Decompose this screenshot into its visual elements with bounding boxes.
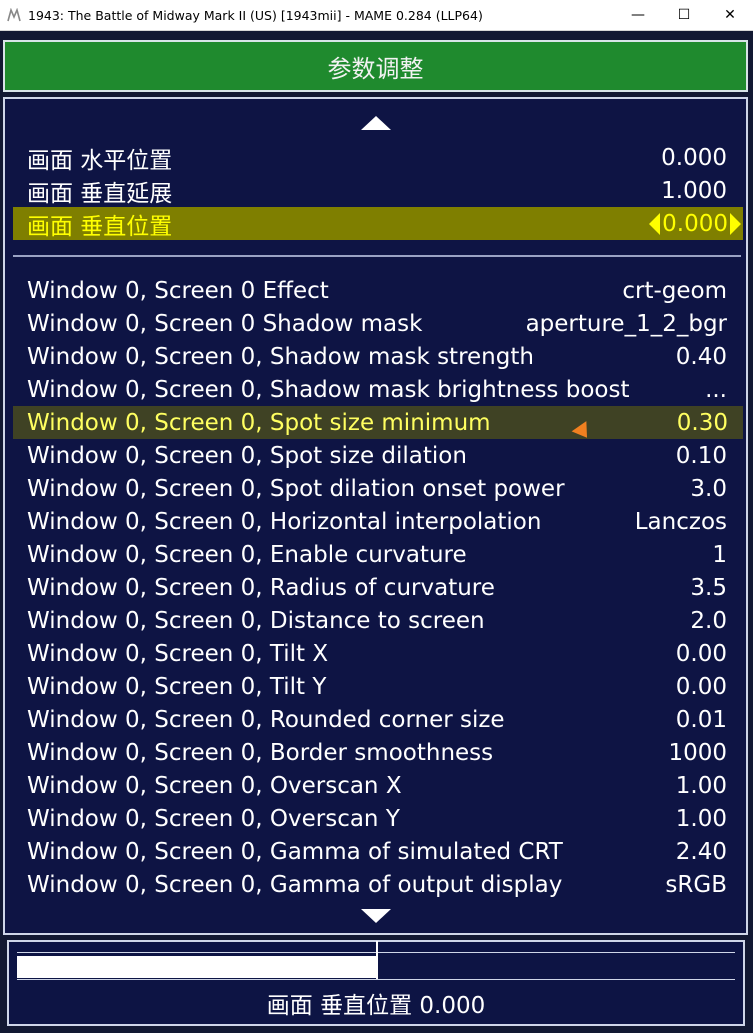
menu-item-value: 1.000 (661, 177, 727, 204)
menu-item-label: Window 0, Screen 0, Spot dilation onset … (27, 475, 565, 502)
menu-panel: 画面 水平位置 0.000 画面 垂直延展 1.000 画面 垂直位置 0.00… (3, 97, 748, 935)
menu-item[interactable]: Window 0, Screen 0, Overscan X 1.00 (27, 769, 727, 802)
maximize-button[interactable]: ☐ (661, 0, 707, 31)
menu-item[interactable]: Window 0, Screen 0, Horizontal interpola… (27, 505, 727, 538)
menu-item-label: Window 0, Screen 0, Tilt X (27, 640, 329, 667)
menu-item[interactable]: Window 0, Screen 0, Tilt Y 0.00 (27, 670, 727, 703)
menu-item[interactable]: Window 0, Screen 0, Gamma of simulated C… (27, 835, 727, 868)
menu-item[interactable]: 画面 水平位置 0.000 (27, 141, 727, 174)
menu-item-label: Window 0, Screen 0, Gamma of output disp… (27, 871, 563, 898)
minimize-button[interactable]: — (615, 0, 661, 31)
minimize-icon: — (631, 7, 645, 23)
menu-item-label: Window 0, Screen 0, Enable curvature (27, 541, 467, 568)
menu-item-label: Window 0, Screen 0, Rounded corner size (27, 706, 505, 733)
close-button[interactable]: ✕ (707, 0, 753, 31)
menu-item-value: 0.40 (675, 343, 727, 370)
menu-item-label: Window 0, Screen 0 Effect (27, 277, 329, 304)
mame-icon (6, 7, 22, 23)
menu-item-label: Window 0, Screen 0, Overscan X (27, 772, 402, 799)
menu-item[interactable]: Window 0, Screen 0, Distance to screen 2.… (27, 604, 727, 637)
menu-item-label: 画面 垂直位置 (27, 213, 173, 240)
menu-item-value: 0.000 (662, 210, 728, 237)
menu-item[interactable]: Window 0, Screen 0, Shadow mask brightne… (27, 373, 727, 406)
slider-panel: 画面 垂直位置 0.000 (7, 940, 745, 1026)
window-titlebar: 1943: The Battle of Midway Mark II (US) … (0, 0, 753, 31)
menu-item[interactable]: Window 0, Screen 0, Enable curvature 1 (27, 538, 727, 571)
menu-item-value: Lanczos (634, 508, 727, 535)
menu-item-value: 1.00 (675, 772, 727, 799)
separator (13, 255, 741, 257)
menu-item[interactable]: Window 0, Screen 0, Spot dilation onset … (27, 472, 727, 505)
menu-item[interactable]: Window 0, Screen 0 Shadow mask aperture_1… (27, 307, 727, 340)
menu-item-value: 0.00 (675, 640, 727, 667)
menu-item-value: 0.30 (676, 409, 728, 436)
menu-item-value: 1000 (668, 739, 727, 766)
menu-item[interactable]: Window 0, Screen 0, Border smoothness 100… (27, 736, 727, 769)
menu-item-label: Window 0, Screen 0, Spot size minimum (27, 409, 491, 436)
menu-title: 参数调整 (327, 54, 424, 83)
menu-item-label: 画面 垂直延展 (27, 180, 173, 207)
menu-item-label: Window 0, Screen 0, Border smoothness (27, 739, 494, 766)
menu-item-value: 2.0 (690, 607, 727, 634)
slider-track[interactable] (17, 941, 735, 980)
menu-item[interactable]: 画面 垂直延展 1.000 (27, 174, 727, 207)
menu-item-label: 画面 水平位置 (27, 147, 173, 174)
close-icon: ✕ (724, 7, 736, 23)
menu-item-label: Window 0, Screen 0, Shadow mask brightne… (27, 376, 630, 403)
menu-header: 参数调整 (3, 40, 748, 92)
menu-item-label: Window 0, Screen 0, Overscan Y (27, 805, 400, 832)
maximize-icon: ☐ (677, 7, 691, 23)
menu-item-value: 3.0 (690, 475, 727, 502)
menu-item-value: 1.00 (675, 805, 727, 832)
menu-item-label: Window 0, Screen 0, Shadow mask strength (27, 343, 534, 370)
menu-item-value: 0.10 (675, 442, 727, 469)
menu-item[interactable]: Window 0, Screen 0, Overscan Y 1.00 (27, 802, 727, 835)
menu-item-hover[interactable]: Window 0, Screen 0, Spot size minimum 0.3… (13, 406, 743, 439)
triangle-up-icon[interactable] (360, 116, 391, 130)
slider-center-mark (376, 941, 378, 979)
menu-item[interactable]: Window 0, Screen 0, Radius of curvature 3… (27, 571, 727, 604)
window-title: 1943: The Battle of Midway Mark II (US) … (28, 7, 483, 23)
menu-item-value: 2.40 (675, 838, 727, 865)
menu-item-value: 0.000 (661, 144, 727, 171)
menu-item[interactable]: Window 0, Screen 0, Spot size dilation 0.… (27, 439, 727, 472)
arrow-left-icon[interactable] (649, 212, 661, 235)
menu-item[interactable]: Window 0, Screen 0 Effect crt-geom (27, 274, 727, 307)
menu-item-selected[interactable]: 画面 垂直位置 0.000 (13, 207, 743, 240)
menu-item[interactable]: Window 0, Screen 0, Gamma of output disp… (27, 868, 727, 901)
menu-item-value: 1 (712, 541, 727, 568)
menu-item-value: 0.01 (675, 706, 727, 733)
menu-item-label: Window 0, Screen 0, Spot size dilation (27, 442, 467, 469)
menu-item-value: 0.00 (675, 673, 727, 700)
menu-item-value: 3.5 (690, 574, 727, 601)
menu-item-label: Window 0, Screen 0, Tilt Y (27, 673, 327, 700)
slider-fill (17, 956, 376, 978)
menu-item-value: crt-geom (622, 277, 727, 304)
menu-item[interactable]: Window 0, Screen 0, Tilt X 0.00 (27, 637, 727, 670)
arrow-right-icon[interactable] (730, 212, 741, 235)
menu-item-label: Window 0, Screen 0, Horizontal interpola… (27, 508, 542, 535)
triangle-down-icon[interactable] (360, 909, 391, 923)
menu-item-value: ... (705, 376, 727, 403)
menu-item[interactable]: Window 0, Screen 0, Rounded corner size 0… (27, 703, 727, 736)
menu-item-label: Window 0, Screen 0, Distance to screen (27, 607, 485, 634)
menu-item-value: aperture_1_2_bgr (525, 310, 727, 337)
slider-label: 画面 垂直位置 0.000 (266, 993, 486, 1019)
menu-item-value: sRGB (665, 871, 727, 898)
menu-item-label: Window 0, Screen 0, Gamma of simulated C… (27, 838, 563, 865)
menu-item-label: Window 0, Screen 0, Radius of curvature (27, 574, 495, 601)
menu-item-label: Window 0, Screen 0 Shadow mask (27, 310, 423, 337)
menu-item[interactable]: Window 0, Screen 0, Shadow mask strength… (27, 340, 727, 373)
